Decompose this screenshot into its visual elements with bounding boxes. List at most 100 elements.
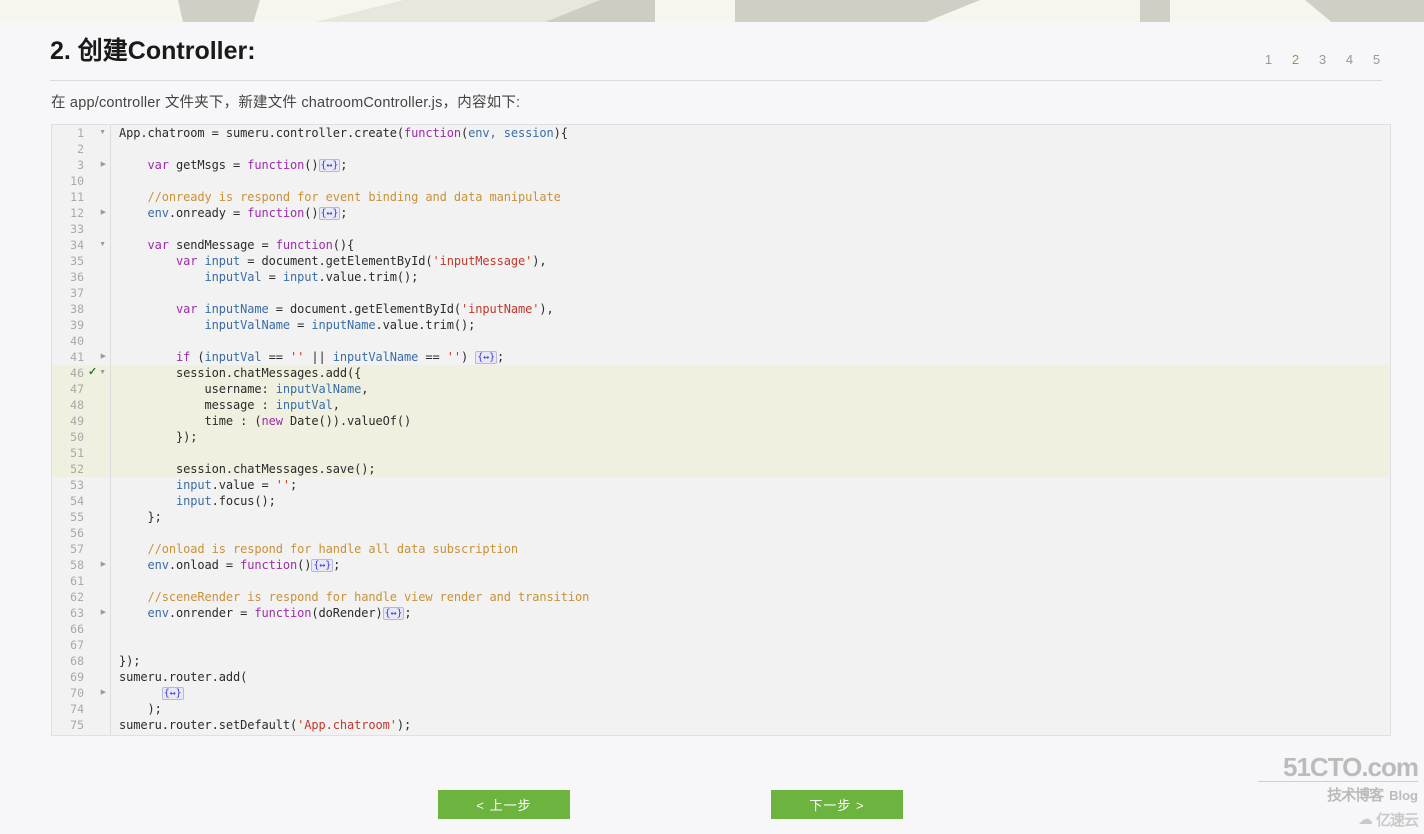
code-token: env xyxy=(147,558,169,572)
line-number: 75 xyxy=(70,718,84,732)
code-text: if (inputVal == '' || inputValName == ''… xyxy=(110,349,1390,365)
fold-marker[interactable]: ▶ xyxy=(88,205,110,221)
code-token: new xyxy=(261,414,283,428)
check-icon: ✓ xyxy=(88,366,98,378)
code-token: 'App.chatroom' xyxy=(297,718,397,732)
code-token: getMsgs = xyxy=(168,158,248,172)
code-line: 33 xyxy=(52,221,1390,237)
line-number: 37 xyxy=(70,286,84,300)
previous-step-button[interactable]: < 上一步 xyxy=(438,790,570,819)
pagination-page-5[interactable]: 5 xyxy=(1363,52,1390,67)
fold-marker xyxy=(88,477,110,493)
code-line: 47 username: inputValName, xyxy=(52,381,1390,397)
code-token: session.chatMessages.save(); xyxy=(119,462,376,476)
code-token: //onready is respond for event binding a… xyxy=(147,190,561,204)
line-number: 38 xyxy=(70,302,84,316)
code-token: function xyxy=(275,238,333,252)
code-line: 57 //onload is respond for handle all da… xyxy=(52,541,1390,557)
next-step-button[interactable]: 下一步 > xyxy=(771,790,903,819)
code-text: username: inputValName, xyxy=(110,381,1390,397)
fold-expanded-icon[interactable]: ▼ xyxy=(99,237,106,253)
code-line: 11 //onready is respond for event bindin… xyxy=(52,189,1390,205)
pagination-page-4[interactable]: 4 xyxy=(1336,52,1363,67)
code-token: input xyxy=(282,270,319,284)
code-lines: 1 ▼ App.chatroom = sumeru.controller.creat… xyxy=(52,125,1390,733)
line-number: 56 xyxy=(70,526,84,540)
fold-collapsed-icon[interactable]: ▶ xyxy=(101,157,106,173)
fold-collapsed-icon[interactable]: ▶ xyxy=(101,349,106,365)
code-text: var sendMessage = function(){ xyxy=(110,237,1390,253)
pagination-page-2[interactable]: 2 xyxy=(1282,52,1309,67)
code-line: 51 xyxy=(52,445,1390,461)
code-token: inputName xyxy=(311,318,376,332)
code-line: 63 ▶ env.onrender = function(doRender) {↔}… xyxy=(52,605,1390,621)
fold-marker xyxy=(88,525,110,541)
fold-expanded-icon[interactable]: ▼ xyxy=(99,365,106,381)
fold-collapsed-icon[interactable]: ▶ xyxy=(101,205,106,221)
code-text: var inputName = document.getElementById(… xyxy=(110,301,1390,317)
fold-placeholder[interactable]: {↔} xyxy=(311,559,334,572)
line-number: 66 xyxy=(70,622,84,636)
fold-placeholder[interactable]: {↔} xyxy=(161,687,184,700)
code-token: time : ( xyxy=(119,414,262,428)
code-token: ; xyxy=(340,206,348,220)
code-token: = xyxy=(261,270,283,284)
fold-marker[interactable]: ▶ xyxy=(88,557,110,573)
fold-marker[interactable]: ▼ xyxy=(88,237,110,253)
line-number: 36 xyxy=(70,270,84,284)
code-text: App.chatroom = sumeru.controller.create(… xyxy=(110,125,1390,141)
code-token: var xyxy=(176,254,198,268)
fold-placeholder[interactable]: {↔} xyxy=(382,607,405,620)
line-number: 53 xyxy=(70,478,84,492)
banner-shape xyxy=(178,0,260,22)
fold-placeholder[interactable]: {↔} xyxy=(475,351,498,364)
fold-marker xyxy=(88,269,110,285)
fold-marker[interactable]: ▶ xyxy=(88,349,110,365)
fold-marker xyxy=(88,189,110,205)
banner-shape xyxy=(1140,0,1170,22)
code-token: = document.getElementById( xyxy=(268,302,461,316)
code-token: }); xyxy=(119,654,141,668)
code-line: 2 xyxy=(52,141,1390,157)
fold-collapsed-icon[interactable]: ▶ xyxy=(101,685,106,701)
code-line: 38 var inputName = document.getElementBy… xyxy=(52,301,1390,317)
line-number: 33 xyxy=(70,222,84,236)
fold-marker[interactable]: ▶ xyxy=(88,605,110,621)
fold-placeholder[interactable]: {↔} xyxy=(318,159,341,172)
code-line: 68}); xyxy=(52,653,1390,669)
watermark-cn-text: 技术博客 xyxy=(1327,787,1384,804)
fold-placeholder[interactable]: {↔} xyxy=(318,207,341,220)
fold-collapsed-icon[interactable]: ▶ xyxy=(101,557,106,573)
line-number: 57 xyxy=(70,542,84,556)
code-text: {↔} xyxy=(110,685,1390,701)
code-line: 75 sumeru.router.setDefault('App.chatroom… xyxy=(52,717,1390,733)
watermark-subtitle: 技术博客 Blog xyxy=(1258,781,1418,805)
code-token: session.chatMessages.add({ xyxy=(119,366,362,380)
line-number: 2 xyxy=(77,142,84,156)
code-text: sumeru.router.add( xyxy=(110,669,1390,685)
watermark-blog-text: Blog xyxy=(1389,788,1418,803)
code-text: session.chatMessages.save(); xyxy=(110,461,1390,477)
pagination-page-1[interactable]: 1 xyxy=(1255,52,1282,67)
fold-marker[interactable]: ▶ xyxy=(88,157,110,173)
fold-expanded-icon[interactable]: ▼ xyxy=(99,125,106,141)
watermark-site: 51CTO.com xyxy=(1282,752,1419,782)
fold-marker[interactable]: ▶ xyxy=(88,685,110,701)
pagination-page-3[interactable]: 3 xyxy=(1309,52,1336,67)
code-line: 36 inputVal = input.value.trim(); xyxy=(52,269,1390,285)
fold-marker xyxy=(88,493,110,509)
fold-marker[interactable]: ✓ ▼ xyxy=(88,365,110,381)
fold-collapsed-icon[interactable]: ▶ xyxy=(101,605,106,621)
fold-marker[interactable]: ▼ xyxy=(88,125,110,141)
line-number: 47 xyxy=(70,382,84,396)
code-text: sumeru.router.setDefault('App.chatroom')… xyxy=(110,717,1390,733)
code-line: 58 ▶ env.onload = function() {↔}; xyxy=(52,557,1390,573)
code-line: 1 ▼ App.chatroom = sumeru.controller.creat… xyxy=(52,125,1390,141)
code-token: var xyxy=(147,238,169,252)
fold-marker xyxy=(88,141,110,157)
